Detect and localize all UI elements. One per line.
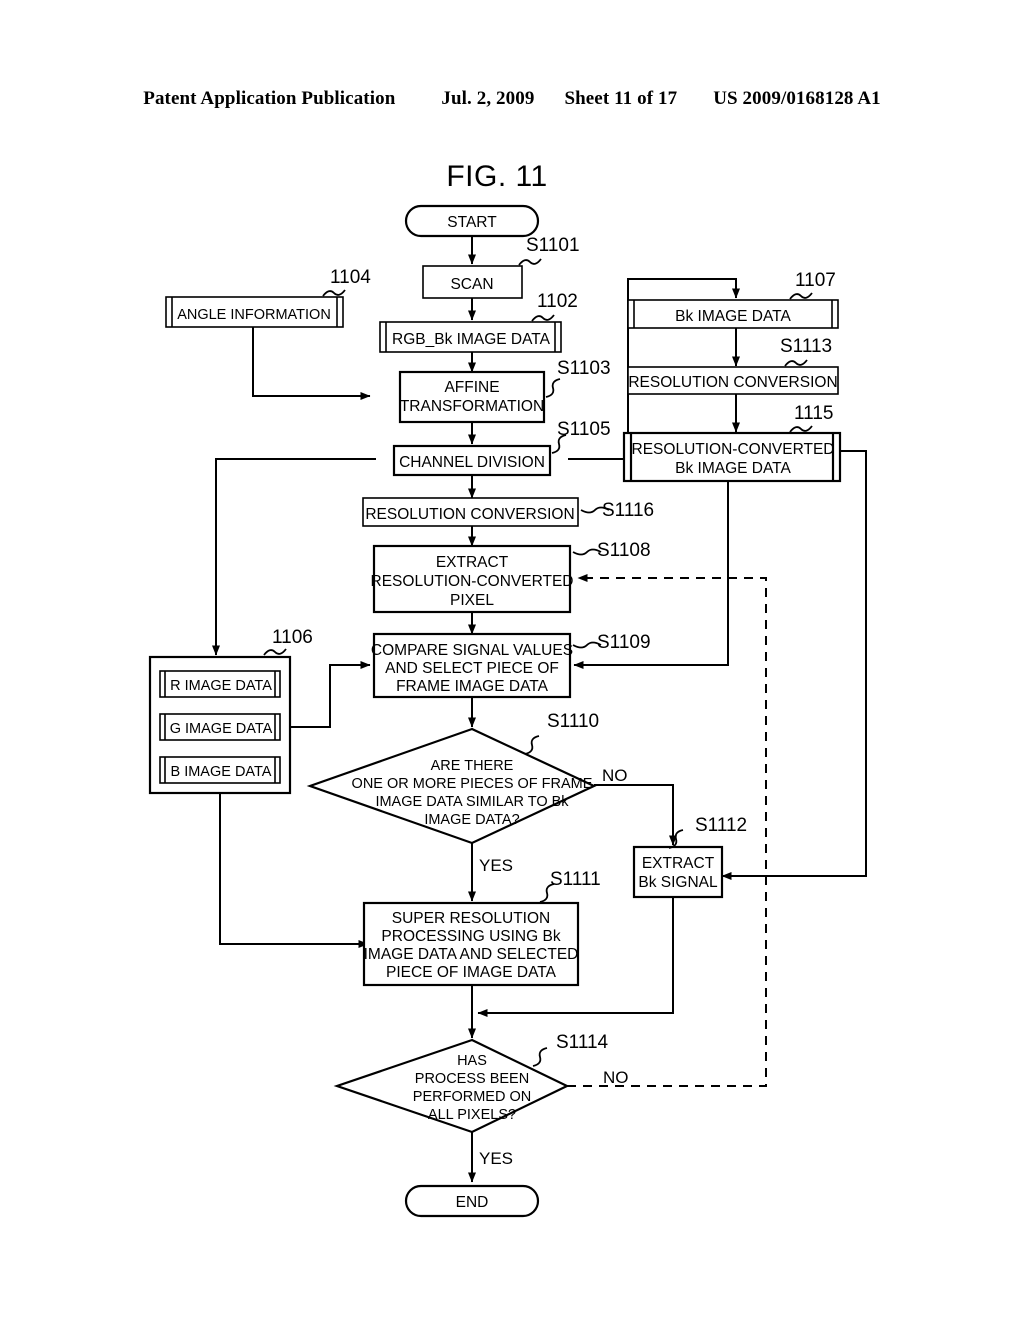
connector-rgb-group-to-compare [290, 661, 371, 728]
figure-title: FIG. 11 [446, 160, 547, 193]
connector-decision-no-to-extractbk [594, 784, 677, 846]
node-compare-line2: AND SELECT PIECE OF [385, 660, 559, 677]
connector-channel-to-rgb-group [212, 458, 376, 656]
node-resolution-conversion-main-label: RESOLUTION CONVERSION [365, 506, 574, 523]
node-affine-transformation: AFFINE TRANSFORMATION [398, 370, 546, 424]
ref-label-s1110: S1110 [547, 711, 599, 732]
node-extract-bk-line2: Bk SIGNAL [638, 874, 718, 891]
node-decision-allpixels-line3: PERFORMED ON [413, 1089, 531, 1105]
node-extract-resolution-converted-pixel: EXTRACT RESOLUTION-CONVERTED PIXEL [371, 544, 574, 614]
node-decision-allpixels-line1: HAS [457, 1053, 487, 1069]
node-extract-pixel-line1: EXTRACT [436, 554, 509, 571]
ref-label-s1105: S1105 [557, 419, 611, 440]
node-channel-division: CHANNEL DIVISION [392, 444, 552, 477]
ref-label-s1116: S1116 [602, 500, 654, 521]
node-resconverted-line2: Bk IMAGE DATA [675, 460, 791, 477]
node-end: END [404, 1184, 540, 1218]
node-resolution-conversion-bk: RESOLUTION CONVERSION [627, 366, 839, 395]
branch-label-no-similar: NO [602, 766, 628, 785]
ref-label-1115: 1115 [794, 403, 833, 424]
flowchart-figure-11: FIG. 11 START SCAN RGB_Bk IMAGE DATA ANG… [148, 160, 867, 1218]
node-angle-information: ANGLE INFORMATION [165, 296, 344, 328]
ref-label-s1108: S1108 [597, 540, 651, 561]
node-bk-image-data-label: Bk IMAGE DATA [675, 308, 791, 325]
node-super-resolution-processing: SUPER RESOLUTION PROCESSING USING Bk IMA… [362, 901, 580, 987]
ref-label-s1109: S1109 [597, 632, 651, 653]
node-r-image-data: R IMAGE DATA [159, 670, 281, 698]
connector-rgb-group-to-superres [219, 793, 369, 948]
node-r-image-data-label: R IMAGE DATA [170, 678, 272, 694]
node-resconverted-line1: RESOLUTION-CONVERTED [632, 441, 835, 458]
node-extract-bk-line1: EXTRACT [642, 855, 715, 872]
ref-label-1102: 1102 [537, 291, 578, 312]
node-compare-signal-values: COMPARE SIGNAL VALUES AND SELECT PIECE O… [371, 632, 573, 699]
patent-page: Patent Application Publication Jul. 2, 2… [0, 0, 1024, 1320]
node-decision-allpixels-line2: PROCESS BEEN [415, 1071, 529, 1087]
node-start: START [404, 204, 540, 238]
node-start-label: START [447, 214, 497, 231]
node-g-image-data: G IMAGE DATA [159, 713, 281, 741]
ref-label-1106: 1106 [272, 627, 313, 648]
node-superres-line1: SUPER RESOLUTION [392, 910, 550, 927]
ref-label-s1114: S1114 [556, 1032, 609, 1053]
node-superres-line4: PIECE OF IMAGE DATA [386, 964, 557, 981]
node-rgb-bk-image-data-label: RGB_Bk IMAGE DATA [392, 331, 551, 348]
branch-label-no-allpixels: NO [603, 1068, 629, 1087]
branch-label-yes-similar: YES [479, 856, 513, 875]
ref-label-s1111: S1111 [550, 869, 601, 890]
ref-label-1104: 1104 [330, 267, 371, 288]
node-resolution-conversion-bk-label: RESOLUTION CONVERSION [628, 374, 837, 391]
ref-label-1107: 1107 [795, 270, 836, 291]
node-extract-bk-signal: EXTRACT Bk SIGNAL [632, 845, 724, 899]
connector-resconverted-to-extractbk [721, 450, 867, 880]
connector-angleinfo-to-affine [252, 327, 371, 400]
node-end-label: END [456, 1194, 489, 1211]
node-b-image-data-label: B IMAGE DATA [171, 764, 272, 780]
node-angle-information-label: ANGLE INFORMATION [177, 307, 331, 323]
node-decision-allpixels-line4: ALL PIXELS? [428, 1107, 516, 1123]
node-channel-division-label: CHANNEL DIVISION [399, 454, 545, 471]
node-decision-similar-line1: ARE THERE [431, 758, 514, 774]
node-decision-similar-line2: ONE OR MORE PIECES OF FRAME [352, 776, 593, 792]
node-affine-line2: TRANSFORMATION [400, 398, 544, 415]
node-decision-all-pixels: HAS PROCESS BEEN PERFORMED ON ALL PIXELS… [333, 1038, 570, 1134]
ref-label-s1113: S1113 [780, 336, 832, 357]
node-resolution-converted-bk-image-data: RESOLUTION-CONVERTED Bk IMAGE DATA [622, 431, 842, 483]
node-superres-line3: IMAGE DATA AND SELECTED [364, 946, 579, 963]
node-scan: SCAN [422, 265, 523, 299]
branch-label-yes-allpixels: YES [479, 1149, 513, 1168]
ref-label-s1101: S1101 [526, 235, 580, 256]
node-compare-line3: FRAME IMAGE DATA [396, 678, 549, 695]
node-resolution-conversion-main: RESOLUTION CONVERSION [362, 497, 579, 527]
node-compare-line1: COMPARE SIGNAL VALUES [371, 642, 573, 659]
node-decision-similar-line4: IMAGE DATA? [424, 812, 519, 828]
node-rgb-bk-image-data: RGB_Bk IMAGE DATA [379, 321, 562, 353]
node-g-image-data-label: G IMAGE DATA [170, 721, 273, 737]
ref-label-s1103: S1103 [557, 358, 611, 379]
node-decision-similar-frames: ARE THERE ONE OR MORE PIECES OF FRAME IM… [306, 727, 597, 845]
node-superres-line2: PROCESSING USING Bk [381, 928, 560, 945]
node-extract-pixel-line2: RESOLUTION-CONVERTED [371, 573, 574, 590]
node-b-image-data: B IMAGE DATA [159, 756, 281, 784]
node-scan-label: SCAN [450, 276, 493, 293]
node-rgb-image-data-group: R IMAGE DATA G IMAGE DATA B IMAGE DATA [148, 655, 292, 795]
ref-label-s1112: S1112 [695, 815, 747, 836]
node-decision-similar-line3: IMAGE DATA SIMILAR TO Bk [375, 794, 569, 810]
node-bk-image-data: Bk IMAGE DATA [627, 299, 839, 329]
node-extract-pixel-line3: PIXEL [450, 592, 494, 609]
node-affine-line1: AFFINE [444, 379, 499, 396]
